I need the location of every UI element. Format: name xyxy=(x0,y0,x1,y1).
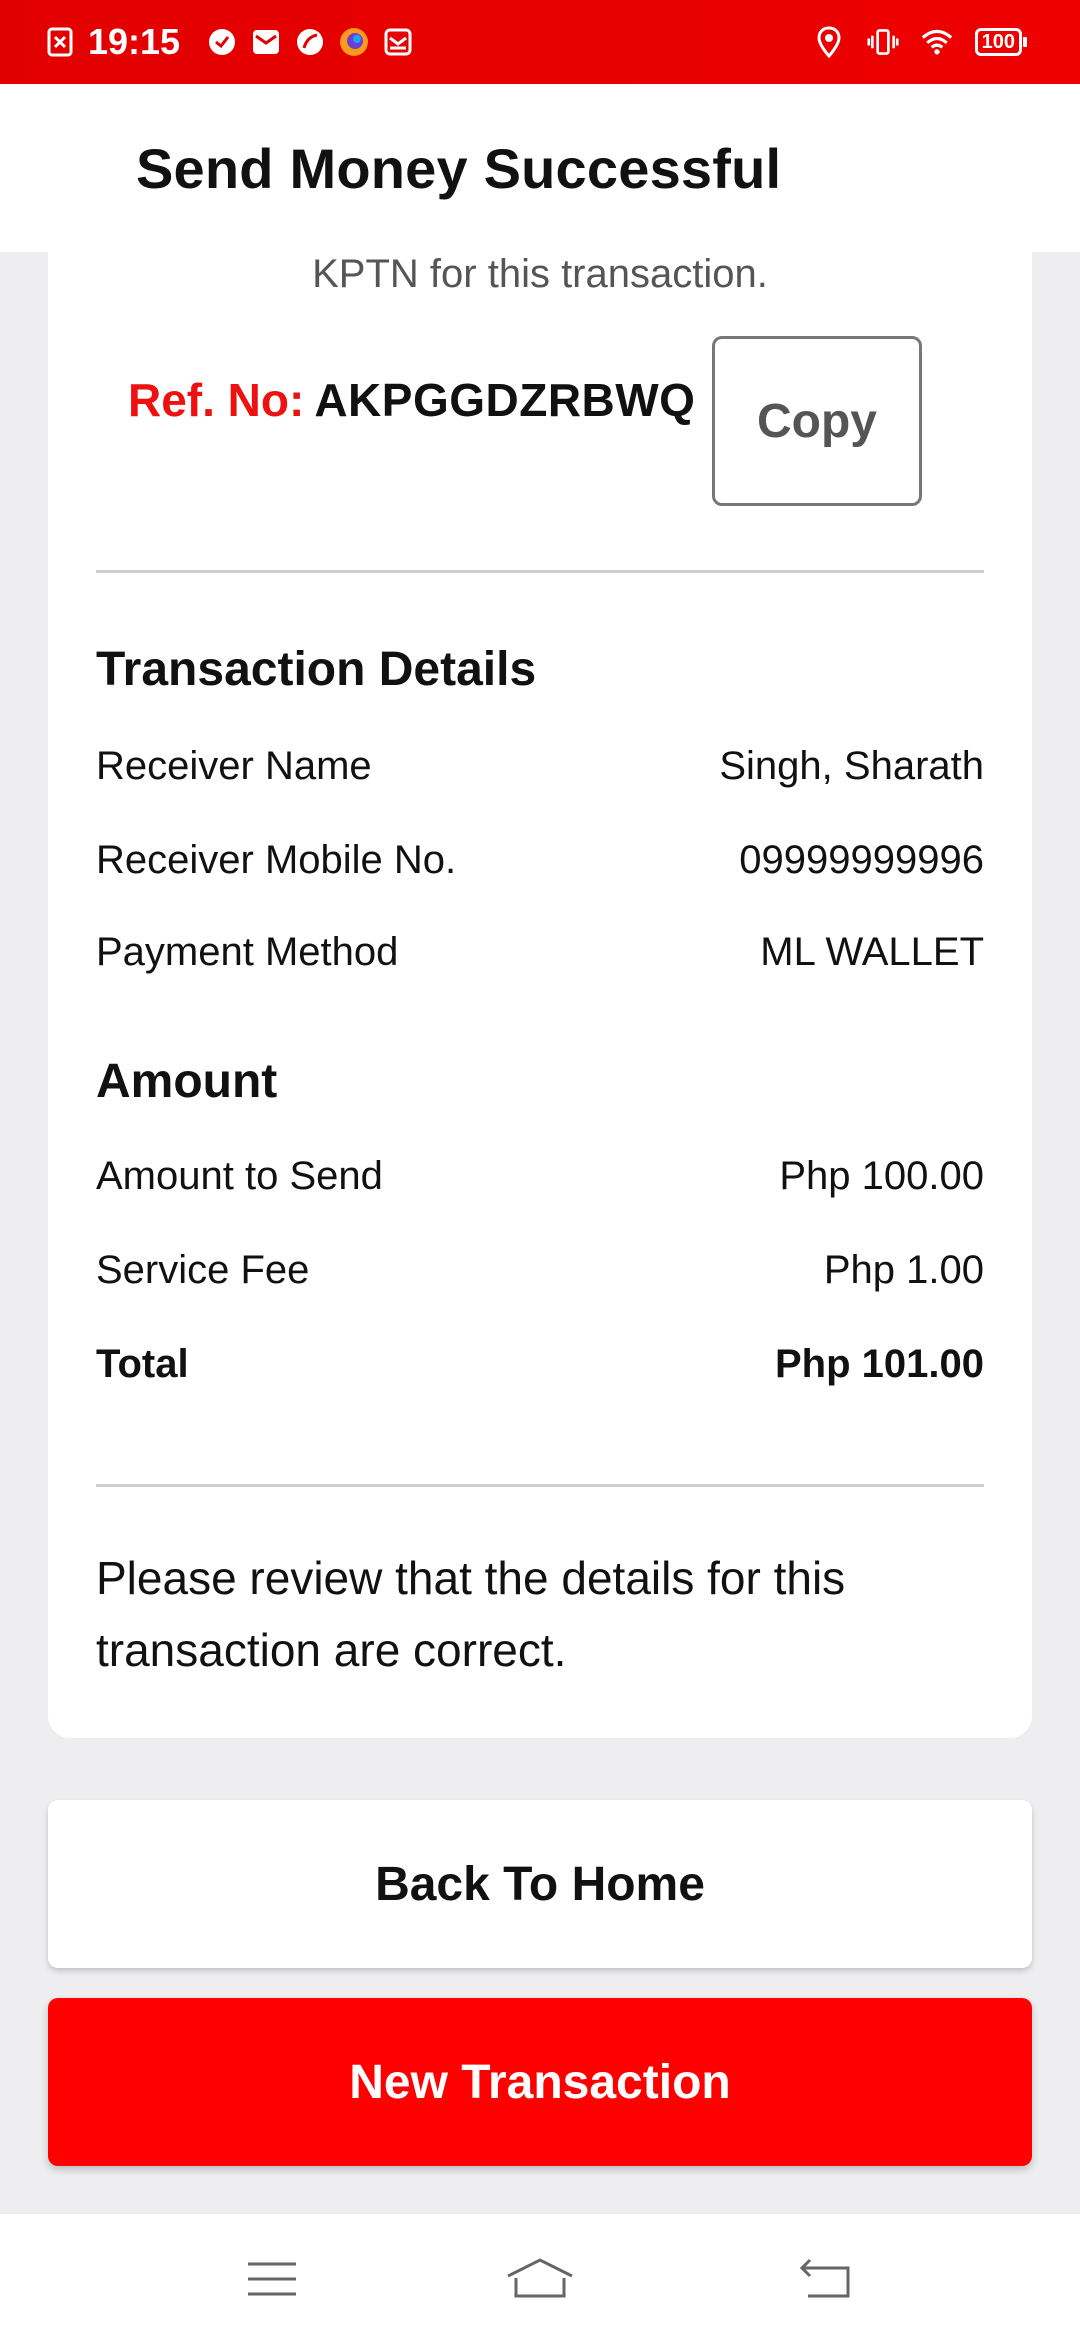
detail-label: Payment Method xyxy=(96,929,399,974)
back-to-home-button[interactable]: Back To Home xyxy=(48,1800,1032,1968)
page-title: Send Money Successful xyxy=(136,137,782,200)
system-nav-bar xyxy=(0,2214,1080,2340)
amount-title: Amount xyxy=(96,1055,278,1108)
vibrate-icon xyxy=(867,26,899,58)
firefox-icon xyxy=(338,26,370,58)
leaf-icon xyxy=(294,26,326,58)
amount-label: Total xyxy=(96,1341,189,1386)
back-icon[interactable] xyxy=(796,2254,856,2304)
divider xyxy=(96,570,984,573)
wifi-icon xyxy=(921,26,953,58)
home-icon[interactable] xyxy=(504,2254,573,2304)
amount-value: Php 1.00 xyxy=(823,1247,984,1292)
ref-value: AKPGGDZRBWQ xyxy=(314,374,696,426)
ref-label: Ref. No: xyxy=(128,374,305,426)
check-circle-icon xyxy=(206,26,238,58)
detail-value: Singh, Sharath xyxy=(719,743,984,788)
inbox-icon xyxy=(382,26,414,58)
amount-row-total: Total Php 101.00 xyxy=(96,1336,984,1392)
amount-row-service-fee: Service Fee Php 1.00 xyxy=(96,1242,984,1298)
review-note: Please review that the details for this … xyxy=(96,1552,846,1676)
detail-label: Receiver Name xyxy=(96,743,372,788)
location-icon xyxy=(813,26,845,58)
kptn-note: KPTN for this transaction. xyxy=(312,252,768,296)
amount-row-amount-to-send: Amount to Send Php 100.00 xyxy=(96,1148,984,1204)
sim-card-icon xyxy=(44,26,76,58)
divider xyxy=(96,1484,984,1487)
new-transaction-button[interactable]: New Transaction xyxy=(48,1998,1032,2166)
battery-level: 100 xyxy=(981,31,1015,53)
status-time: 19:15 xyxy=(88,21,181,62)
detail-value: ML WALLET xyxy=(760,929,984,974)
reference-number: Ref. No: AKPGGDZRBWQ xyxy=(128,356,695,444)
detail-row-receiver-name: Receiver Name Singh, Sharath xyxy=(96,738,984,794)
amount-value: Php 100.00 xyxy=(779,1153,984,1198)
battery-icon: 100 xyxy=(974,28,1028,56)
menu-icon[interactable] xyxy=(244,2254,304,2304)
transaction-card: KPTN for this transaction. Ref. No: AKPG… xyxy=(48,252,1032,1738)
app-header: Send Money Successful xyxy=(0,84,1080,252)
status-bar: 19:15 100 xyxy=(0,0,1080,84)
detail-row-payment-method: Payment Method ML WALLET xyxy=(96,924,984,980)
detail-row-receiver-mobile: Receiver Mobile No. 09999999996 xyxy=(96,832,984,888)
detail-label: Receiver Mobile No. xyxy=(96,837,457,882)
detail-value: 09999999996 xyxy=(739,837,984,882)
amount-label: Service Fee xyxy=(96,1247,310,1292)
transaction-details-title: Transaction Details xyxy=(96,643,537,696)
mail-icon xyxy=(250,26,282,58)
amount-value: Php 101.00 xyxy=(774,1341,984,1386)
amount-label: Amount to Send xyxy=(96,1153,383,1198)
copy-button[interactable]: Copy xyxy=(712,336,922,506)
